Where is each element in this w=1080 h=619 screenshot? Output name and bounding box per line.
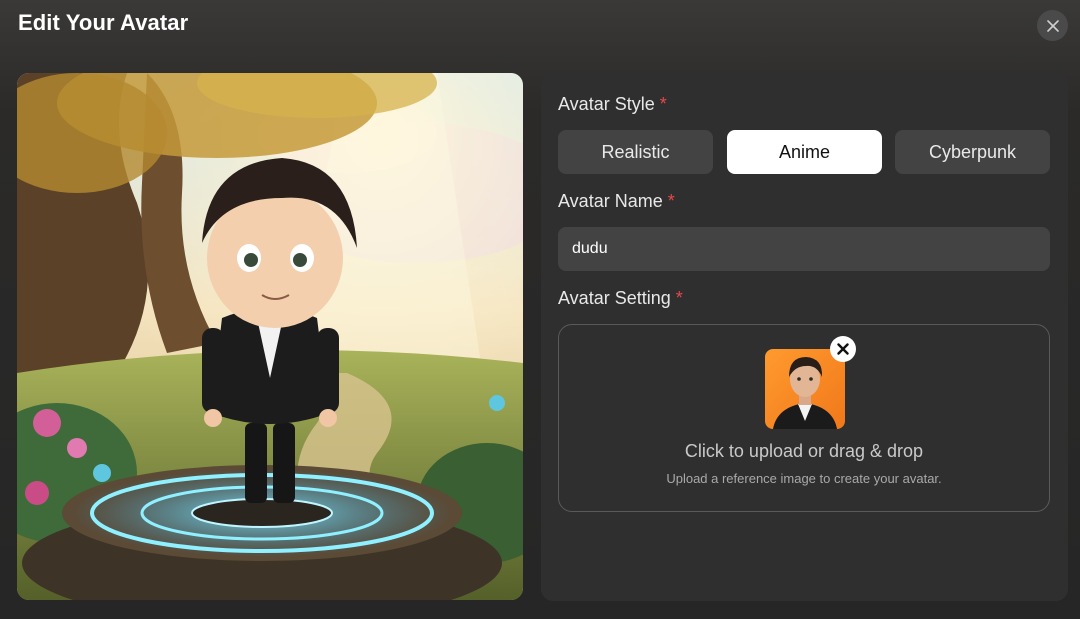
upload-instruction: Click to upload or drag & drop [684,441,924,461]
style-option-anime[interactable]: Anime [727,130,882,174]
style-option-realistic[interactable]: Realistic [558,130,713,174]
avatar-setting-label: Avatar Setting * [558,288,683,308]
reference-image-thumbnail [765,349,845,429]
remove-image-button[interactable] [830,336,856,362]
upload-dropzone[interactable]: Click to upload or drag & drop Upload a … [558,324,1050,512]
style-option-cyberpunk[interactable]: Cyberpunk [895,130,1050,174]
required-mark: * [675,288,683,308]
upload-hint: Upload a reference image to create your … [666,471,942,486]
avatar-name-input[interactable] [558,227,1050,271]
close-button[interactable] [1037,10,1068,41]
close-icon [1046,19,1059,32]
avatar-preview-image [17,73,523,600]
avatar-form-panel: Avatar Style * Realistic Anime Cyberpunk … [541,73,1068,601]
dialog-title: Edit Your Avatar [18,10,189,35]
close-icon [837,343,849,355]
required-mark: * [659,94,667,114]
avatar-name-label: Avatar Name * [558,191,675,211]
required-mark: * [667,191,675,211]
avatar-style-label: Avatar Style * [558,94,667,114]
